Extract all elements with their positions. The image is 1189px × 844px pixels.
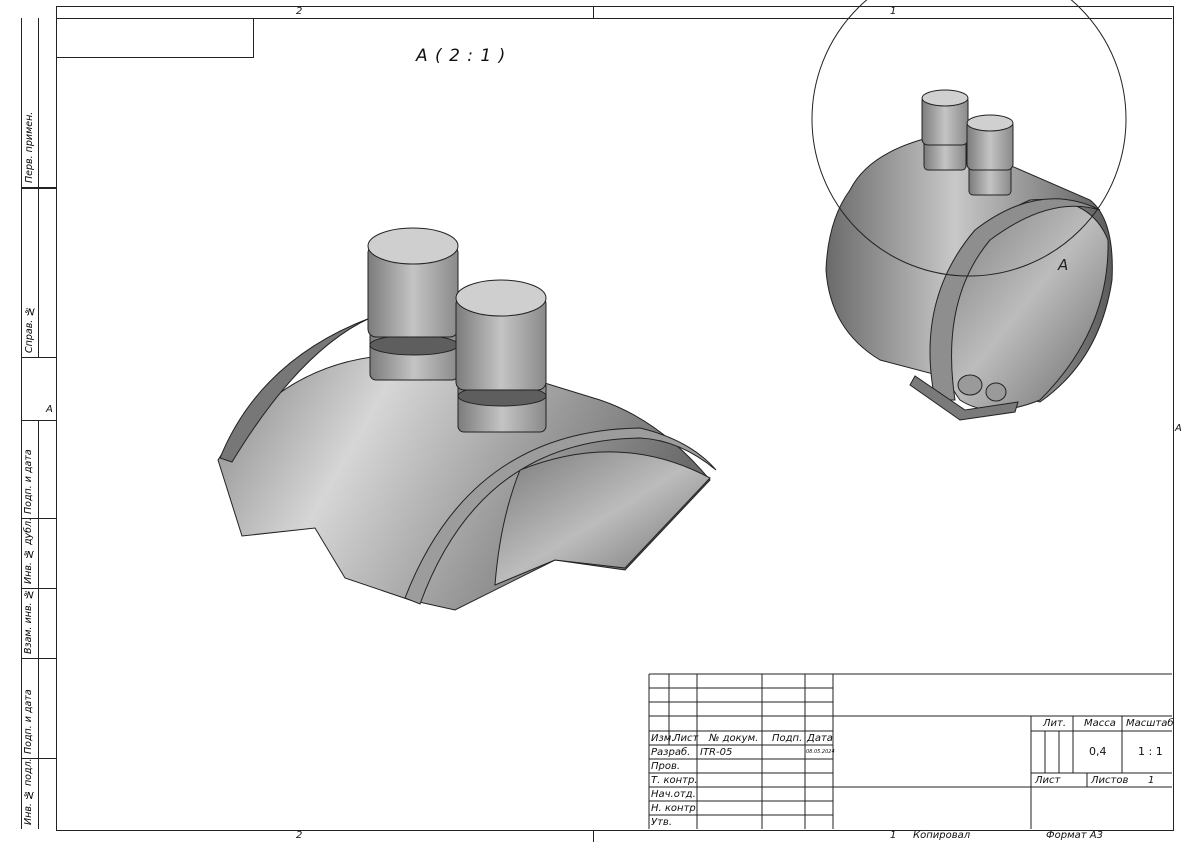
mass-value: 0,4 xyxy=(1089,745,1107,758)
sheet-label: Лист xyxy=(1035,775,1061,786)
lit-label: Лит. xyxy=(1043,718,1067,729)
hdr-izm: Изм. xyxy=(651,733,675,744)
hdr-list: Лист xyxy=(673,733,699,744)
scale-label: Масштаб xyxy=(1126,718,1174,729)
row-prov: Пров. xyxy=(651,761,681,772)
mass-label: Масса xyxy=(1084,718,1116,729)
row-n-kontr: Н. контр. xyxy=(651,803,699,814)
row-razrab: Разраб. xyxy=(651,747,691,758)
razrab-date: 08.05.2024 xyxy=(806,749,835,755)
sheets-label: Листов xyxy=(1091,775,1129,786)
hdr-podp: Подп. xyxy=(772,733,803,744)
scale-value: 1 : 1 xyxy=(1138,745,1163,758)
razrab-name: ITR-05 xyxy=(700,747,733,758)
full-view-part xyxy=(825,89,1113,421)
row-utv: Утв. xyxy=(651,817,672,828)
drawing-graphics: А xyxy=(217,0,1172,829)
row-t-kontr: Т. контр. xyxy=(651,775,698,786)
detail-callout-letter: А xyxy=(1057,256,1068,274)
hdr-doc-num: № докум. xyxy=(709,733,759,744)
hdr-data: Дата xyxy=(807,733,833,744)
row-nach-otd: Нач.отд. xyxy=(651,789,696,800)
sheets-value: 1 xyxy=(1148,775,1155,786)
detail-view-part xyxy=(217,227,717,611)
